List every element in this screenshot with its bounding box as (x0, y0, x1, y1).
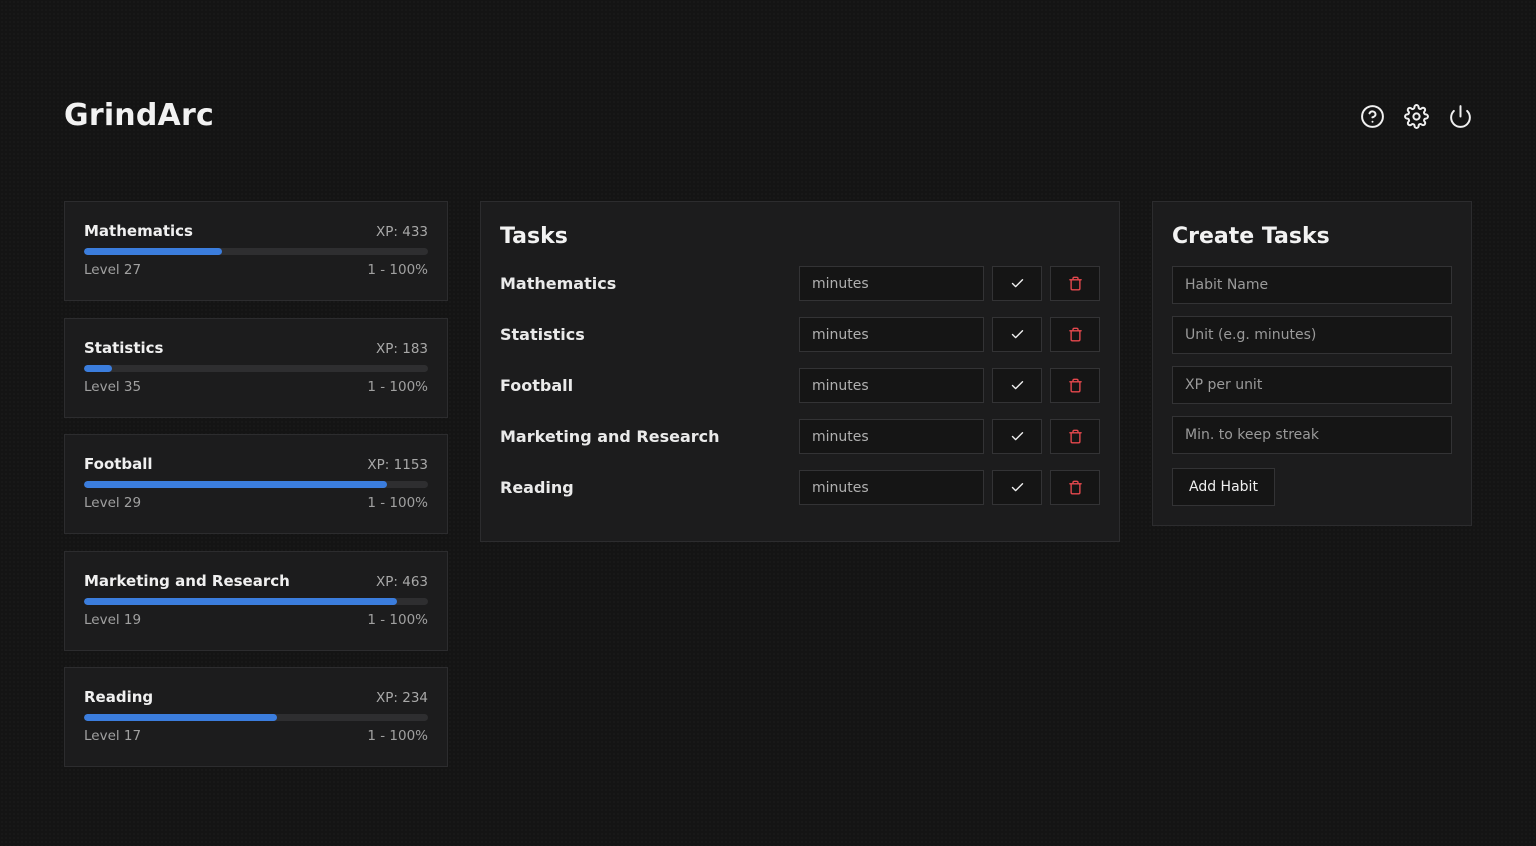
habit-name: Marketing and Research (84, 571, 290, 590)
task-name: Football (500, 376, 574, 395)
habit-name: Statistics (84, 338, 164, 357)
create-tasks-panel: Create Tasks Add Habit (1152, 201, 1472, 526)
delete-task-button[interactable] (1050, 470, 1100, 505)
task-name: Statistics (500, 325, 585, 344)
level-label: Level 17 (84, 728, 142, 744)
progress-bar (84, 714, 428, 721)
xp-value: XP: 463 (376, 573, 428, 590)
xp-value: XP: 183 (376, 340, 428, 357)
complete-task-button[interactable] (992, 266, 1042, 301)
delete-task-button[interactable] (1050, 419, 1100, 454)
task-row: Marketing and Research (500, 419, 1100, 454)
range-label: 1 - 100% (367, 495, 428, 511)
xp-value: XP: 433 (376, 224, 428, 240)
progress-bar (84, 481, 428, 488)
level-label: Level 29 (84, 495, 142, 511)
task-row: Mathematics (500, 266, 1100, 301)
check-icon (1011, 330, 1023, 339)
delete-task-button[interactable] (1050, 266, 1100, 301)
trash-icon (1068, 378, 1082, 393)
level-label: Level 19 (84, 611, 142, 628)
progress-card: Marketing and Research XP: 463 Level 19 … (64, 550, 448, 651)
progress-fill (84, 597, 398, 605)
xp-value: XP: 1153 (367, 457, 428, 473)
task-amount-input[interactable] (799, 368, 984, 403)
check-icon (1011, 432, 1023, 441)
trash-icon (1068, 276, 1082, 291)
progress-card: Football XP: 1153 Level 29 1 - 100% (64, 434, 448, 534)
level-label: Level 35 (84, 378, 142, 395)
settings-button[interactable] (1402, 102, 1430, 130)
progress-bar (84, 248, 428, 255)
help-button[interactable] (1358, 102, 1386, 130)
habit-name: Football (84, 455, 153, 473)
task-name: Reading (500, 478, 574, 497)
app-title: GrindArc (64, 98, 214, 133)
progress-card: Mathematics XP: 433 Level 27 1 - 100% (64, 201, 448, 301)
trash-icon (1068, 429, 1082, 444)
trash-icon (1068, 480, 1082, 495)
progress-card: Reading XP: 234 Level 17 1 - 100% (64, 667, 448, 767)
progress-fill (84, 248, 222, 255)
xp-per-unit-input[interactable] (1172, 366, 1452, 404)
delete-task-button[interactable] (1050, 368, 1100, 403)
task-row: Reading (500, 470, 1100, 505)
complete-task-button[interactable] (992, 419, 1042, 454)
progress-bar (84, 597, 428, 605)
unit-input[interactable] (1172, 316, 1452, 354)
complete-task-button[interactable] (992, 368, 1042, 403)
task-amount-input[interactable] (799, 317, 984, 352)
habit-name: Reading (84, 688, 154, 706)
gear-icon (1403, 103, 1429, 129)
complete-task-button[interactable] (992, 317, 1042, 352)
range-label: 1 - 100% (367, 728, 428, 744)
complete-task-button[interactable] (992, 470, 1042, 505)
check-icon (1011, 381, 1023, 390)
progress-list: Mathematics XP: 433 Level 27 1 - 100% St… (64, 201, 448, 784)
range-label: 1 - 100% (367, 611, 428, 628)
add-habit-button[interactable]: Add Habit (1172, 468, 1275, 506)
task-name: Marketing and Research (500, 427, 720, 446)
habit-name-input[interactable] (1172, 266, 1452, 304)
task-amount-input[interactable] (799, 419, 984, 454)
progress-fill (84, 714, 277, 721)
logout-button[interactable] (1446, 102, 1474, 130)
level-label: Level 27 (84, 262, 142, 278)
habit-name: Mathematics (84, 222, 193, 240)
progress-bar (84, 364, 428, 372)
check-icon (1011, 279, 1023, 288)
header-actions (1358, 102, 1474, 130)
min-streak-input[interactable] (1172, 416, 1452, 454)
task-name: Mathematics (500, 274, 617, 293)
progress-card: Statistics XP: 183 Level 35 1 - 100% (64, 317, 448, 418)
xp-value: XP: 234 (376, 690, 428, 706)
create-title: Create Tasks (1172, 224, 1330, 249)
range-label: 1 - 100% (367, 378, 428, 395)
tasks-title: Tasks (500, 224, 568, 249)
progress-fill (84, 481, 387, 488)
help-icon (1360, 104, 1384, 128)
task-amount-input[interactable] (799, 266, 984, 301)
tasks-panel: Tasks Mathematics Statistics Football Ma… (480, 201, 1120, 542)
task-row: Football (500, 368, 1100, 403)
trash-icon (1068, 327, 1082, 342)
check-icon (1011, 483, 1023, 492)
task-row: Statistics (500, 317, 1100, 352)
task-amount-input[interactable] (799, 470, 984, 505)
power-icon (1449, 104, 1471, 128)
progress-fill (84, 364, 112, 372)
delete-task-button[interactable] (1050, 317, 1100, 352)
range-label: 1 - 100% (367, 262, 428, 278)
